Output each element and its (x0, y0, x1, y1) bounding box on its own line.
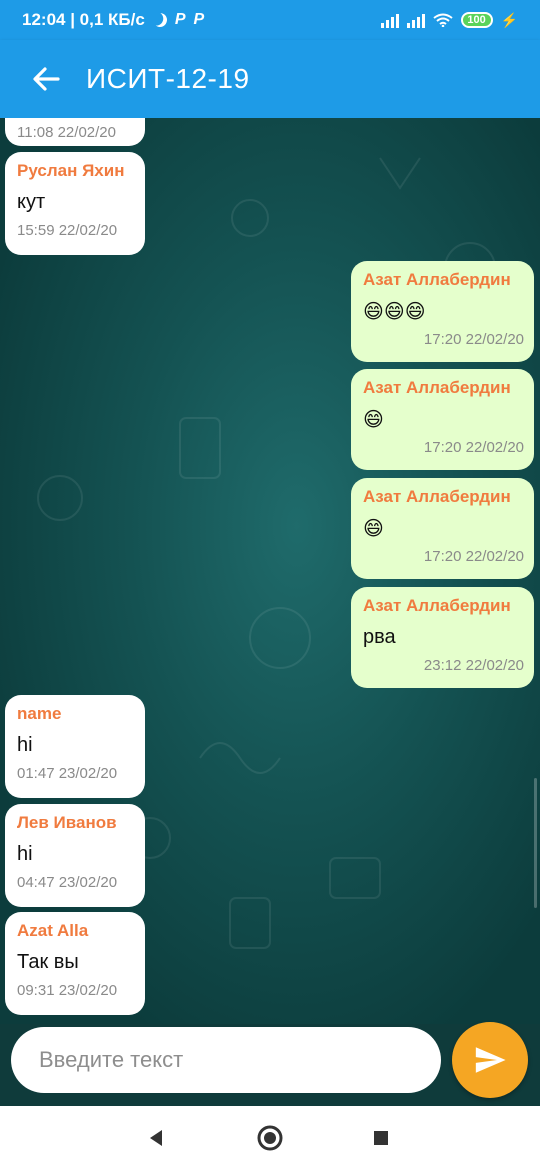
battery-icon: 100 (460, 12, 493, 28)
arrow-left-icon (33, 67, 60, 91)
message-sender: Азат Аллабердин (363, 596, 511, 615)
message-time: 17:20 22/02/20 (423, 331, 524, 348)
message-time: 11:08 22/02/20 (17, 124, 116, 141)
message-bubble[interactable]: Руслан Яхин кут 15:59 22/02/20 (5, 152, 145, 255)
message-time: 01:47 23/02/20 (17, 765, 118, 782)
status-time: 12:04 | 0,1 КБ/с (22, 10, 145, 29)
message-sender: Азат Аллабердин (363, 378, 511, 397)
message-time: 23:12 22/02/20 (423, 657, 524, 674)
message-input-bar (0, 1022, 540, 1106)
message-text: 😄 (363, 516, 384, 540)
message-time: 09:31 23/02/20 (17, 982, 118, 999)
message-text: Так вы (17, 951, 79, 973)
circle-home-icon (257, 1125, 283, 1151)
nav-back-button[interactable] (140, 1122, 172, 1154)
p-icon: P (193, 11, 205, 28)
message-sender: name (17, 704, 62, 723)
message-text: 😄😄😄 (363, 299, 426, 323)
nav-home-button[interactable] (254, 1122, 286, 1154)
scrollbar[interactable] (534, 778, 537, 908)
triangle-back-icon (150, 1130, 162, 1146)
message-bubble[interactable]: Азат Аллабердин рва 23:12 22/02/20 (351, 587, 534, 688)
message-text: 😄 (363, 407, 384, 431)
message-sender: Лев Иванов (17, 813, 117, 832)
chat-message-list[interactable]: 11:08 22/02/20 Руслан Яхин кут 15:59 22/… (0, 118, 540, 1024)
message-bubble[interactable]: Лев Иванов hi 04:47 23/02/20 (5, 804, 145, 907)
message-text: рва (363, 626, 396, 648)
message-time: 04:47 23/02/20 (17, 874, 118, 891)
send-icon (475, 1047, 506, 1073)
message-text: hi (17, 843, 33, 865)
wifi-icon (432, 13, 453, 27)
message-sender: Руслан Яхин (17, 161, 125, 180)
message-input[interactable] (11, 1027, 441, 1093)
status-bar: 12:04 | 0,1 КБ/с P P 100 ⚡ (0, 0, 540, 40)
square-recents-icon (374, 1131, 388, 1145)
message-bubble[interactable]: Азат Аллабердин 😄😄😄 17:20 22/02/20 (351, 261, 534, 362)
moon-icon (151, 11, 169, 29)
p-icon: P (174, 11, 186, 28)
system-nav-bar (0, 1106, 540, 1170)
nav-recents-button[interactable] (365, 1122, 397, 1154)
message-time: 17:20 22/02/20 (423, 439, 524, 456)
status-left: 12:04 | 0,1 КБ/с P P (22, 10, 204, 30)
message-bubble[interactable]: Азат Аллабердин 😄 17:20 22/02/20 (351, 478, 534, 579)
message-sender: Азат Аллабердин (363, 487, 511, 506)
back-button[interactable] (24, 57, 68, 101)
status-right: 100 ⚡ (380, 11, 518, 29)
message-bubble[interactable]: 11:08 22/02/20 (5, 118, 145, 146)
message-text: кут (17, 191, 46, 213)
send-button[interactable] (452, 1022, 528, 1098)
app-bar: ИСИТ-12-19 (0, 40, 540, 118)
message-time: 15:59 22/02/20 (17, 222, 118, 239)
message-sender: Azat Alla (17, 921, 89, 940)
charging-bolt-icon: ⚡ (500, 11, 518, 28)
chat-title: ИСИТ-12-19 (86, 63, 250, 94)
message-text: hi (17, 734, 33, 756)
message-bubble[interactable]: Azat Alla Так вы 09:31 23/02/20 (5, 912, 145, 1015)
message-bubble[interactable]: Азат Аллабердин 😄 17:20 22/02/20 (351, 369, 534, 470)
message-bubble[interactable]: name hi 01:47 23/02/20 (5, 695, 145, 798)
signal-icon (406, 12, 425, 28)
message-time: 17:20 22/02/20 (423, 548, 524, 565)
signal-icon (380, 12, 399, 28)
message-sender: Азат Аллабердин (363, 270, 511, 289)
